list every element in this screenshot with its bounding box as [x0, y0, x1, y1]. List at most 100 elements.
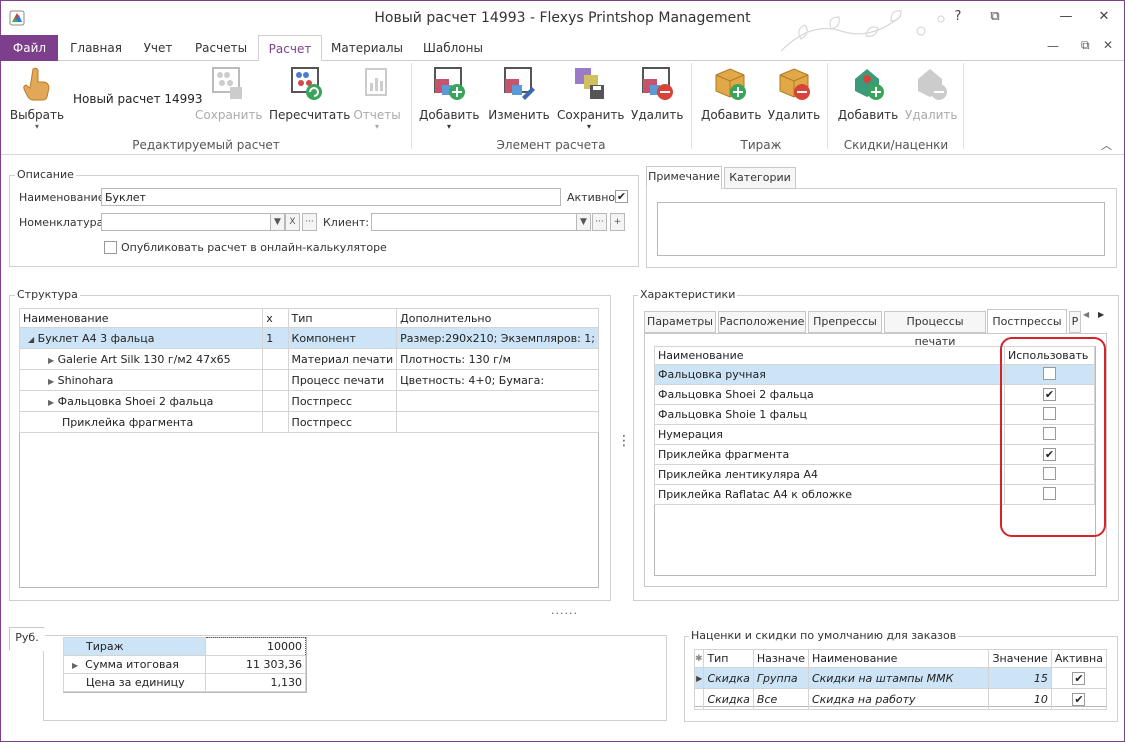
save-calc-button[interactable]: Сохранить — [195, 65, 263, 122]
publish-label: Опубликовать расчет в онлайн-калькулятор… — [121, 241, 387, 254]
nomenclature-browse-button[interactable]: ··· — [302, 213, 317, 231]
col-extra[interactable]: Дополнительно — [396, 308, 599, 328]
group-separator — [411, 63, 412, 149]
tab-categories[interactable]: Категории — [724, 167, 796, 189]
add-discount-button[interactable]: Добавить — [837, 65, 899, 122]
col-disc-active[interactable]: Активна — [1050, 649, 1108, 668]
col-disc-name[interactable]: Наименование — [807, 649, 990, 668]
nomenclature-field[interactable] — [101, 213, 271, 231]
collapse-ribbon-icon[interactable]: ︿ — [1101, 137, 1112, 153]
horizontal-splitter[interactable]: ...... — [551, 604, 578, 617]
disc-active-checkbox[interactable]: ✔ — [1072, 692, 1086, 706]
table-row[interactable]: Приклейка фрагмента Постпресс — [18, 411, 599, 433]
tab-notes[interactable]: Примечание — [646, 166, 722, 189]
vertical-splitter[interactable]: ⋮ — [617, 433, 631, 449]
restore-button[interactable]: ⧉ — [984, 7, 1006, 27]
tab-file[interactable]: Файл — [1, 35, 58, 61]
hand-pointer-icon — [23, 67, 50, 101]
row-x — [262, 390, 289, 412]
col-x[interactable]: x — [262, 308, 289, 328]
table-row[interactable]: ◢ Буклет А4 3 фальца 1 Компонент Размер:… — [18, 327, 599, 349]
save-element-label: Сохранить — [557, 108, 625, 122]
postpress-name: Приклейка фрагмента — [654, 444, 1005, 465]
publish-checkbox[interactable] — [104, 241, 117, 254]
tab-templates[interactable]: Шаблоны — [413, 35, 493, 61]
delete-discount-button[interactable]: Удалить — [905, 65, 958, 122]
row-name: Приклейка фрагмента — [62, 415, 194, 429]
ribbon-close-icon[interactable]: ✕ — [1103, 38, 1113, 52]
discounts-grid: ✱ Тип Назначе Наименование Значение Акти… — [693, 649, 1108, 710]
expand-icon[interactable]: ▶ — [48, 398, 54, 407]
tabs-scroll-left-icon[interactable]: ◀ — [1083, 310, 1089, 319]
group-separator — [963, 63, 964, 149]
nomenclature-clear-button[interactable]: X — [285, 213, 300, 231]
active-checkbox[interactable]: ✔ — [615, 190, 628, 203]
table-row[interactable]: ▶ Сумма итоговая 11 303,36 — [63, 655, 306, 674]
save-dropdown-icon: ▾ — [586, 122, 591, 131]
collapse-icon[interactable]: ◢ — [28, 335, 34, 344]
notes-textarea[interactable] — [657, 202, 1105, 256]
close-button[interactable]: ✕ — [1093, 7, 1115, 27]
edit-element-button[interactable]: Изменить — [487, 65, 551, 122]
group-separator — [827, 63, 828, 149]
select-button[interactable]: Выбрать ▾ — [9, 65, 65, 131]
table-row[interactable]: Скидка Все Скидка на работу 10 ✔ — [693, 688, 1108, 710]
reports-button[interactable]: Отчеты ▾ — [351, 65, 403, 131]
tab-calculation[interactable]: Расчет — [258, 35, 322, 62]
abacus-save-icon — [212, 67, 242, 99]
tab-currency[interactable]: Руб. — [9, 627, 45, 651]
save-element-button[interactable]: Сохранить ▾ — [557, 65, 625, 131]
col-disc-target[interactable]: Назначе — [752, 649, 809, 668]
expand-icon[interactable]: ▶ — [48, 356, 54, 365]
reports-dropdown-icon: ▾ — [374, 122, 379, 131]
ribbon-restore-icon[interactable]: ⧉ — [1081, 38, 1090, 53]
help-button[interactable]: ? — [947, 7, 969, 27]
client-add-button[interactable]: + — [610, 213, 625, 231]
delete-element-button[interactable]: Удалить — [631, 65, 684, 122]
delete-run-button[interactable]: Удалить — [767, 65, 821, 122]
col-type[interactable]: Тип — [287, 308, 398, 328]
table-row[interactable]: ▶ Фальцовка Shoei 2 фальца Постпресс — [18, 390, 599, 412]
tab-parameters[interactable]: Параметры — [644, 311, 716, 333]
tab-prepress[interactable]: Препрессы — [808, 311, 882, 333]
nomenclature-dropdown-icon[interactable]: ▼ — [270, 213, 285, 231]
table-row[interactable]: ▶ Shinohara Процесс печати Цветность: 4+… — [18, 369, 599, 391]
col-postpress-name[interactable]: Наименование — [654, 346, 1005, 365]
tab-accounting[interactable]: Учет — [133, 35, 183, 61]
tab-postpress[interactable]: Постпрессы — [987, 309, 1067, 334]
table-row[interactable]: Цена за единицу 1,130 — [63, 673, 306, 692]
total-value[interactable]: 10000 — [205, 637, 306, 656]
table-row[interactable]: ▶ Скидка Группа Скидки на штампы ММК 15 … — [693, 667, 1108, 689]
delete-element-label: Удалить — [631, 108, 684, 122]
tab-more[interactable]: Р — [1069, 311, 1081, 333]
table-row[interactable]: ▶ Galerie Art Silk 130 г/м2 47x65 Матери… — [18, 348, 599, 370]
tab-home[interactable]: Главная — [63, 35, 129, 61]
tab-layout[interactable]: Расположение — [718, 311, 806, 333]
minimize-button[interactable]: — — [1055, 7, 1077, 27]
expand-icon[interactable]: ▶ — [72, 661, 78, 670]
col-disc-type[interactable]: Тип — [703, 649, 754, 668]
row-name: Galerie Art Silk 130 г/м2 47x65 — [57, 352, 231, 366]
nomenclature-label: Номенклатура: — [19, 216, 108, 229]
client-field[interactable] — [371, 213, 577, 231]
recalc-label: Пересчитать — [269, 108, 351, 122]
add-run-button[interactable]: Добавить — [701, 65, 761, 122]
recalc-button[interactable]: Пересчитать — [269, 65, 351, 122]
col-name[interactable]: Наименование — [18, 308, 264, 328]
tab-print-processes[interactable]: Процессы печати — [884, 311, 986, 348]
add-element-button[interactable]: Добавить ▾ — [419, 65, 479, 131]
expand-icon[interactable]: ▶ — [48, 377, 54, 386]
group-separator — [691, 63, 692, 149]
client-dropdown-icon[interactable]: ▼ — [576, 213, 591, 231]
table-row[interactable]: Тираж 10000 — [63, 637, 306, 656]
row-extra — [396, 411, 599, 433]
disc-active-checkbox[interactable]: ✔ — [1072, 671, 1086, 685]
tab-materials[interactable]: Материалы — [325, 35, 409, 61]
tabs-scroll-right-icon[interactable]: ▶ — [1098, 310, 1104, 319]
col-disc-value[interactable]: Значение — [988, 649, 1052, 668]
description-title: Описание — [15, 168, 76, 181]
ribbon-minimize-icon[interactable]: — — [1047, 39, 1059, 53]
tab-calculations[interactable]: Расчеты — [187, 35, 255, 61]
name-field[interactable]: Буклет — [101, 188, 561, 206]
client-browse-button[interactable]: ··· — [592, 213, 607, 231]
